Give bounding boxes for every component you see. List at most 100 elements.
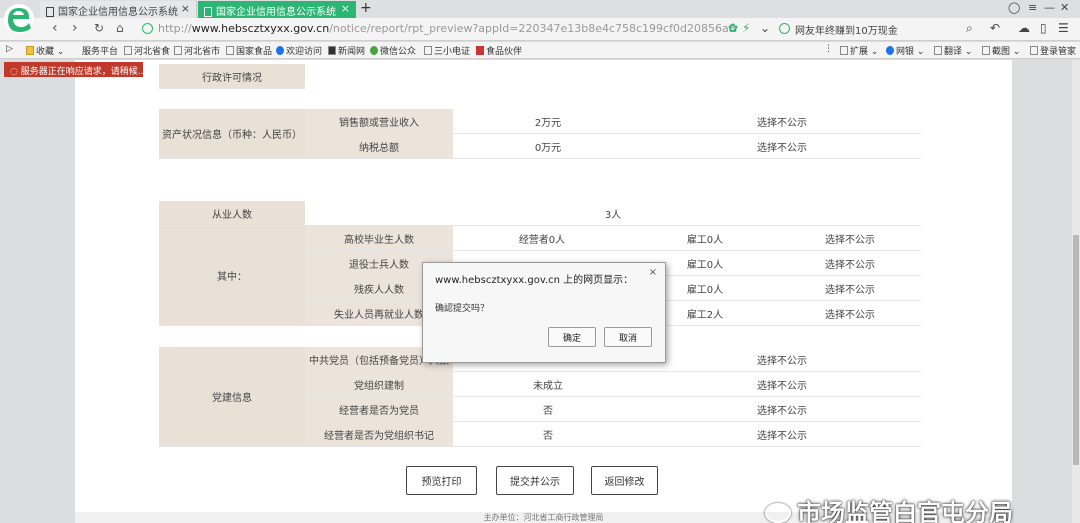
- tax-value: 0万元: [453, 134, 643, 159]
- spinner-icon: ◌: [10, 67, 21, 77]
- sales-status: 选择不公示: [643, 109, 921, 134]
- tab-active[interactable]: 国家企业信用信息公示系统 ×: [198, 1, 356, 18]
- bank-icon: [886, 46, 894, 55]
- new-tab-button[interactable]: +: [360, 0, 372, 16]
- url-prefix: http://: [158, 22, 192, 35]
- wechat-icon: [765, 503, 791, 523]
- page-icon: [226, 46, 234, 55]
- menu-icon[interactable]: ☰: [1058, 21, 1069, 35]
- bookmark-item[interactable]: 收藏 ⌄: [26, 44, 64, 57]
- owner-member-label: 经营者是否为党员: [305, 397, 453, 422]
- watermark: 市场监管白官屯分局: [765, 493, 1013, 523]
- bookmark-item[interactable]: 河北省市: [174, 44, 220, 57]
- address-bar: ‹ › ↻ ⌂ http://www.hebscztxyxx.gov.cn/no…: [0, 18, 1080, 41]
- scrollbar[interactable]: [1072, 60, 1080, 523]
- party-org-value: 未成立: [453, 372, 643, 397]
- sidebar-toggle-icon[interactable]: ▷: [6, 44, 13, 54]
- tax-status: 选择不公示: [643, 134, 921, 159]
- refresh-icon[interactable]: ↻: [94, 21, 104, 35]
- employees-value: 3人: [305, 201, 921, 226]
- bookmark-item[interactable]: 国家食品: [226, 44, 272, 57]
- close-icon[interactable]: ×: [181, 2, 190, 15]
- page-icon: [124, 46, 132, 55]
- veterans-status: 选择不公示: [779, 251, 921, 276]
- globe-icon: [142, 23, 153, 34]
- url-domain: www.hebscztxyxx.gov.cn: [191, 22, 330, 35]
- back-edit-button[interactable]: 返回修改: [591, 466, 658, 495]
- scissors-icon: [982, 46, 990, 55]
- bookmark-item[interactable]: 三小电证: [424, 44, 470, 57]
- toolbar-item-extensions[interactable]: 扩展 ⌄: [840, 44, 878, 57]
- party-group-label: 党建信息: [159, 347, 305, 447]
- security-icon[interactable]: ✿: [728, 21, 738, 35]
- document-icon: [204, 7, 212, 17]
- cancel-button[interactable]: 取消: [604, 327, 652, 347]
- bookmark-item[interactable]: 食品伙伴: [476, 44, 522, 57]
- close-window-icon[interactable]: ✕: [1060, 1, 1069, 14]
- chevron-down-icon[interactable]: ⌄: [760, 21, 770, 35]
- page-icon: [174, 46, 182, 55]
- tab-bar: 国家企业信用信息公示系统 × 国家企业信用信息公示系统 × + ◯ ≡ — ✕: [0, 0, 1080, 18]
- url-input[interactable]: http://www.hebscztxyxx.gov.cn/notice/rep…: [140, 20, 770, 39]
- reemployed-status: 选择不公示: [779, 301, 921, 326]
- tab-label: 国家企业信用信息公示系统: [58, 7, 178, 18]
- owner-member-value: 否: [453, 397, 643, 422]
- bookmark-item[interactable]: 微信公众: [370, 44, 416, 57]
- tax-label: 纳税总额: [305, 134, 453, 159]
- bookmark-item[interactable]: 河北省食: [124, 44, 170, 57]
- confirm-dialog: www.hebscztxyxx.gov.cn 上的网页显示： × 确認提交吗？ …: [422, 262, 666, 363]
- owner-secretary-status: 选择不公示: [643, 422, 921, 447]
- cloud-icon[interactable]: ☁: [1018, 21, 1030, 35]
- lightning-icon[interactable]: ⚡: [742, 21, 750, 35]
- bookmarks-bar: ▷ 收藏 ⌄ 服务平台 河北省食 河北省市 国家食品 欢迎访问 新闻网 微信公众…: [0, 42, 1080, 59]
- search-box[interactable]: 网友年终赚到10万现金: [775, 20, 985, 39]
- translate-icon: [934, 46, 942, 55]
- preview-print-button[interactable]: 预览打印: [406, 466, 477, 495]
- owner-member-status: 选择不公示: [643, 397, 921, 422]
- assets-group-label: 资产状况信息（币种：人民币）: [159, 109, 305, 159]
- forward-icon[interactable]: ›: [72, 20, 78, 36]
- graduates-status: 选择不公示: [779, 226, 921, 251]
- close-icon[interactable]: ×: [341, 2, 350, 15]
- browser-logo-icon: [4, 4, 34, 34]
- close-icon[interactable]: ×: [649, 267, 657, 278]
- owner-secretary-label: 经营者是否为党组织书记: [305, 422, 453, 447]
- toolbar-item-screenshot[interactable]: 截图 ⌄: [982, 44, 1020, 57]
- home-icon[interactable]: ⌂: [116, 21, 124, 35]
- employees-label: 从业人数: [159, 201, 305, 226]
- toolbar-item-bank[interactable]: 网银 ⌄: [886, 44, 924, 57]
- submit-publish-button[interactable]: 提交并公示: [496, 466, 574, 495]
- wechat-icon: [370, 46, 378, 55]
- graduates-employees: 雇工0人: [631, 226, 779, 251]
- dialog-title: www.hebscztxyxx.gov.cn 上的网页显示：: [435, 275, 634, 286]
- tab-inactive[interactable]: 国家企业信用信息公示系统 ×: [40, 1, 197, 18]
- toolbar-item-translate[interactable]: 翻译 ⌄: [934, 44, 972, 57]
- phone-icon[interactable]: ▯: [1040, 21, 1047, 35]
- site-icon: [276, 46, 284, 55]
- graduates-owner: 经营者0人: [453, 226, 631, 251]
- minimize-icon[interactable]: —: [1044, 1, 1055, 14]
- star-icon: [26, 46, 34, 55]
- undo-icon[interactable]: ↶: [990, 21, 1000, 35]
- menu-icon[interactable]: ≡: [1028, 1, 1037, 14]
- toolbar-item-login[interactable]: 登录管家: [1030, 44, 1076, 57]
- bookmark-item[interactable]: 欢迎访问: [276, 44, 322, 57]
- grid-icon: [840, 46, 848, 55]
- employment-group-label: 其中：: [159, 226, 305, 326]
- search-icon[interactable]: ⌕: [966, 21, 973, 36]
- page-icon: [424, 46, 432, 55]
- sales-value: 2万元: [453, 109, 643, 134]
- document-icon: [46, 7, 54, 17]
- bookmark-item[interactable]: 服务平台: [82, 44, 118, 57]
- scrollbar-thumb[interactable]: [1073, 235, 1079, 465]
- shield-icon[interactable]: ◯: [1008, 1, 1020, 14]
- party-org-label: 党组织建制: [305, 372, 453, 397]
- bookmark-item[interactable]: 新闻网: [328, 44, 365, 57]
- more-icon[interactable]: ⋮: [824, 44, 833, 54]
- back-icon[interactable]: ‹: [52, 20, 58, 36]
- admin-license-label: 行政许可情况: [159, 64, 305, 89]
- site-icon: [476, 46, 484, 55]
- graduates-label: 高校毕业生人数: [305, 226, 453, 251]
- ok-button[interactable]: 确定: [548, 327, 596, 347]
- url-path: /notice/report/rpt_preview?appId=220347e…: [329, 22, 736, 35]
